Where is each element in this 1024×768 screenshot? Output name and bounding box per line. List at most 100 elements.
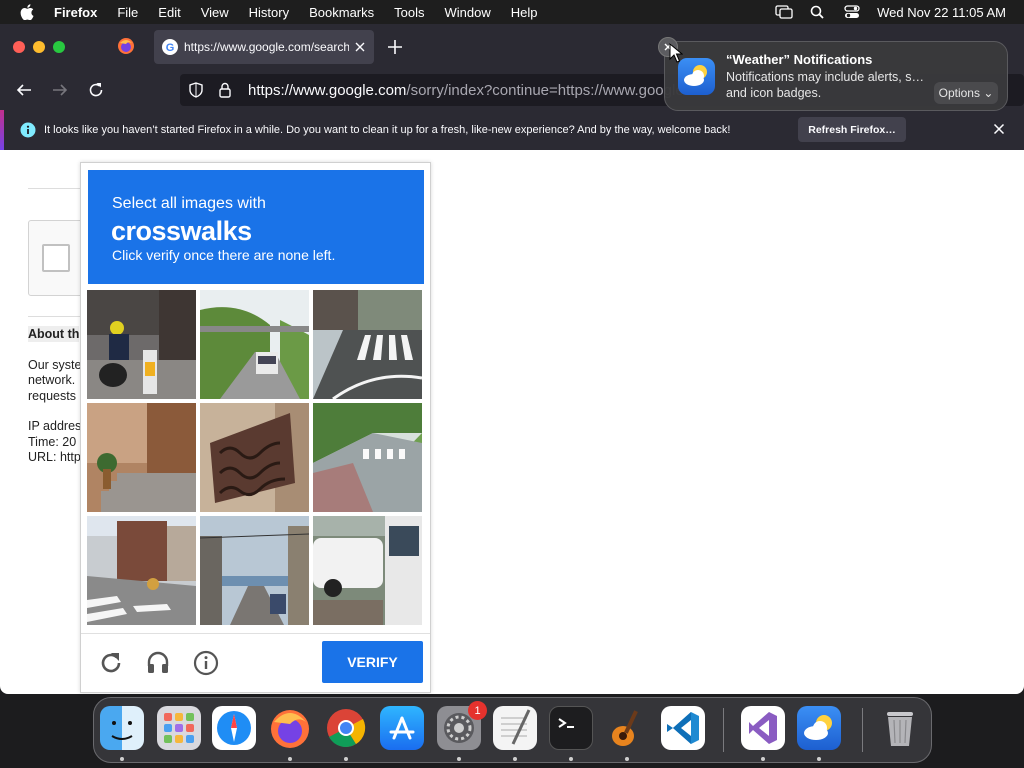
mouse-cursor-icon [669,43,683,63]
menu-file[interactable]: File [117,5,138,20]
menu-edit[interactable]: Edit [158,5,180,20]
running-indicator [625,757,629,761]
residential-crosswalk-image [87,516,196,625]
challenge-header: Select all images with crosswalks Click … [88,170,424,284]
captcha-tile-8[interactable] [200,516,309,625]
notification-options-button[interactable]: Options ⌄ [934,82,998,104]
url-line: URL: http [28,450,81,464]
url-text: https://www.google.com/sorry/index?conti… [248,81,684,99]
body-line: network. [28,373,76,387]
crosswalk-road-image [313,290,422,399]
challenge-target: crosswalks [111,216,252,246]
weather-app-icon [678,58,715,95]
notification-title: “Weather” Notifications [726,52,873,67]
running-indicator [817,757,821,761]
reload-icon[interactable] [87,81,105,99]
footer-divider [81,633,430,634]
menu-app-name[interactable]: Firefox [54,5,97,20]
new-tab-icon[interactable] [386,38,404,56]
firefox-dock-icon[interactable] [268,706,312,750]
launchpad-icon[interactable] [157,706,201,750]
running-indicator [457,757,461,761]
challenge-subinstruction: Click verify once there are none left. [112,247,336,263]
chrome-icon[interactable] [324,706,368,750]
menu-view[interactable]: View [201,5,229,20]
about-heading: About th [28,326,80,342]
tracking-protection-shield-icon[interactable] [188,82,204,98]
lock-icon[interactable] [218,82,232,98]
finder-icon[interactable] [100,706,144,750]
visual-studio-icon[interactable] [741,706,785,750]
divider [28,316,88,317]
tab-google-search[interactable]: G https://www.google.com/search? [154,30,374,64]
tree-lined-crosswalk-image [313,403,422,512]
refresh-firefox-button[interactable]: Refresh Firefox… [798,117,906,142]
recaptcha-challenge: Select all images with crosswalks Click … [80,162,431,693]
verify-button[interactable]: VERIFY [322,641,423,683]
captcha-tile-7[interactable] [87,516,196,625]
minimize-window-button[interactable] [33,41,45,53]
control-center-icon[interactable] [843,5,861,19]
close-window-button[interactable] [13,41,25,53]
running-indicator [120,757,124,761]
close-notification-icon[interactable] [993,123,1005,135]
captcha-tile-1[interactable] [87,290,196,399]
google-favicon-icon: G [162,39,178,55]
safari-icon[interactable] [212,706,256,750]
weather-dock-icon[interactable] [797,706,841,750]
menu-clock[interactable]: Wed Nov 22 11:05 AM [877,5,1006,20]
tab-title: https://www.google.com/search? [184,40,349,54]
close-tab-icon[interactable] [353,40,367,54]
menu-tools[interactable]: Tools [394,5,424,20]
divider [28,188,88,189]
building-steps-image [87,403,196,512]
running-indicator [761,757,765,761]
vscode-icon[interactable] [661,706,705,750]
menu-history[interactable]: History [249,5,289,20]
menu-bookmarks[interactable]: Bookmarks [309,5,374,20]
chevron-down-icon: ⌄ [983,86,994,100]
captcha-tile-4[interactable] [87,403,196,512]
notification-accent-stripe [0,110,4,150]
zoom-window-button[interactable] [53,41,65,53]
captcha-tile-9[interactable] [313,516,422,625]
help-info-icon[interactable] [193,650,219,676]
dock-separator [862,708,863,752]
body-line: requests [28,389,76,403]
svg-text:G: G [166,42,175,54]
recaptcha-anchor-card [28,220,88,296]
ip-address-line: IP addres [28,419,82,433]
captcha-tile-5[interactable] [200,403,309,512]
garageband-icon[interactable] [605,706,649,750]
reload-challenge-icon[interactable] [98,650,124,676]
firefox-icon [118,38,134,54]
challenge-instruction: Select all images with [112,195,266,212]
textedit-icon[interactable] [493,706,537,750]
apple-icon[interactable] [20,4,34,20]
app-store-icon[interactable] [380,706,424,750]
back-arrow-icon[interactable] [15,81,33,99]
time-line: Time: 20 [28,435,77,449]
running-indicator [288,757,292,761]
running-indicator [569,757,573,761]
trash-icon[interactable] [878,706,922,750]
pinned-tab[interactable] [108,29,144,63]
audio-challenge-headphones-icon[interactable] [145,650,171,676]
recaptcha-checkbox[interactable] [42,244,70,272]
notification-body: Notifications may include alerts, s… and… [726,70,924,100]
spotlight-search-icon[interactable] [809,5,827,19]
highway-truck-image [200,290,309,399]
weather-notification[interactable]: “Weather” Notifications Notifications ma… [664,41,1008,111]
captcha-tile-3[interactable] [313,290,422,399]
screen-mirroring-icon[interactable] [775,5,793,19]
menu-bar: Firefox File Edit View History Bookmarks… [0,0,1024,24]
street-hill-view-image [200,516,309,625]
dock-separator [723,708,724,752]
captcha-tile-2[interactable] [200,290,309,399]
ornate-balcony-image [200,403,309,512]
menu-window[interactable]: Window [445,5,491,20]
terminal-icon[interactable] [549,706,593,750]
captcha-tile-6[interactable] [313,403,422,512]
forward-arrow-icon[interactable] [51,81,69,99]
menu-help[interactable]: Help [511,5,538,20]
